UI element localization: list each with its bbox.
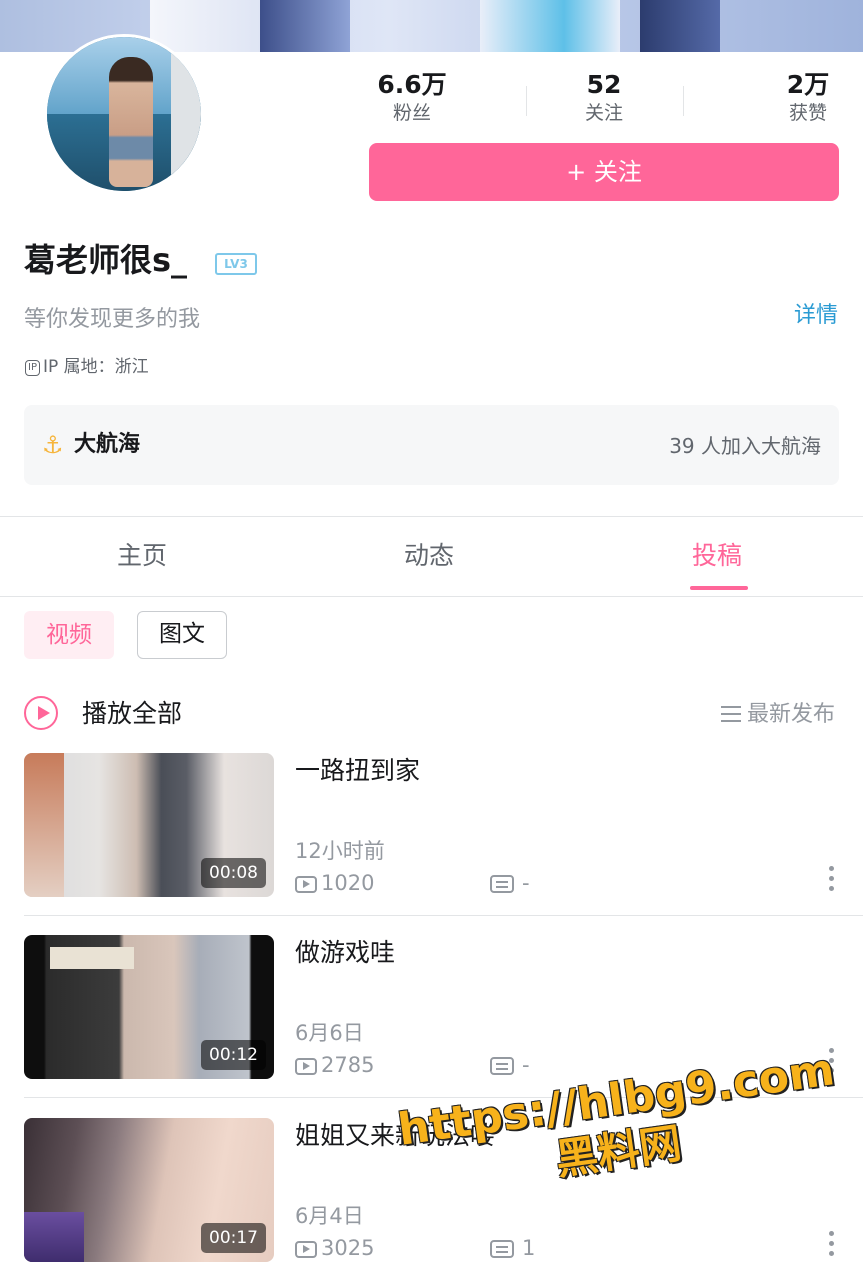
play-count-icon (295, 1241, 317, 1258)
voyage-card[interactable]: ⚓ 大航海 39 人加入大航海 (24, 405, 839, 485)
ip-location: IP IP 属地：浙江 (25, 354, 149, 380)
more-options-icon[interactable] (829, 866, 835, 896)
video-thumbnail[interactable]: 00:08 (24, 753, 274, 897)
video-time: 6月6日 (295, 1021, 364, 1045)
comment-count-value: 1 (522, 1236, 536, 1260)
tab-dynamics[interactable]: 动态 (404, 536, 454, 576)
video-thumbnail[interactable]: 00:12 (24, 935, 274, 1079)
voyage-member-count: 39 人加入大航海 (669, 434, 821, 458)
video-title[interactable]: 做游戏哇 (295, 935, 395, 971)
stat-value: 2万 (786, 70, 830, 99)
play-all-button[interactable]: 播放全部 (82, 697, 182, 731)
stat-label: 获赞 (788, 102, 827, 124)
stat-divider (683, 86, 684, 116)
video-list-item[interactable]: 00:08 一路扭到家 12小时前 1020 - (24, 753, 839, 897)
banner-art (480, 0, 620, 52)
video-time: 6月4日 (295, 1204, 364, 1228)
stat-following[interactable]: 52 关注 (564, 70, 644, 126)
filter-chip-article[interactable]: 图文 (137, 611, 227, 659)
comment-icon (490, 1057, 514, 1075)
video-comment-count: 1 (490, 1233, 535, 1263)
video-duration: 00:12 (201, 1040, 266, 1070)
play-count-value: 2785 (321, 1053, 375, 1077)
tab-home[interactable]: 主页 (117, 536, 167, 576)
thumbnail-art (24, 1212, 84, 1262)
play-count-icon (295, 876, 317, 893)
detail-link[interactable]: 详情 (794, 300, 838, 332)
comment-count-value: - (522, 871, 530, 895)
video-comment-count: - (490, 1050, 530, 1080)
video-title[interactable]: 一路扭到家 (295, 753, 420, 789)
video-thumbnail[interactable]: 00:17 (24, 1118, 274, 1262)
anchor-icon: ⚓ (42, 431, 64, 459)
banner-art (640, 0, 720, 52)
active-tab-indicator (690, 586, 748, 590)
tabs-divider (0, 596, 863, 597)
play-count-value: 1020 (321, 871, 375, 895)
video-duration: 00:17 (201, 1223, 266, 1253)
ip-icon: IP (25, 360, 40, 376)
sort-label: 最新发布 (746, 702, 835, 727)
stat-fans[interactable]: 6.6万 粉丝 (370, 70, 454, 126)
tab-submissions[interactable]: 投稿 (692, 536, 742, 576)
thumbnail-sign-art (50, 947, 134, 969)
avatar[interactable] (44, 34, 204, 194)
stat-value: 6.6万 (377, 70, 447, 99)
avatar-wall (171, 37, 201, 191)
list-divider (24, 915, 863, 916)
comment-icon (490, 875, 514, 893)
filter-chip-video[interactable]: 视频 (24, 611, 114, 659)
level-badge: LV3 (215, 253, 257, 275)
play-count-icon (295, 1058, 317, 1075)
video-comment-count: - (490, 868, 530, 898)
signature: 等你发现更多的我 (24, 307, 201, 332)
section-divider (0, 516, 863, 517)
list-icon (720, 706, 741, 722)
stat-likes[interactable]: 2万 获赞 (770, 70, 846, 126)
comment-icon (490, 1240, 514, 1258)
stat-label: 关注 (584, 102, 623, 124)
video-play-count: 3025 (295, 1233, 374, 1263)
video-play-count: 2785 (295, 1050, 374, 1080)
sort-button[interactable]: 最新发布 (720, 700, 835, 730)
video-play-count: 1020 (295, 868, 374, 898)
stat-label: 粉丝 (392, 102, 431, 124)
follow-button[interactable]: + 关注 (369, 143, 839, 201)
video-duration: 00:08 (201, 858, 266, 888)
video-time: 12小时前 (295, 839, 385, 863)
stat-divider (526, 86, 527, 116)
play-all-icon[interactable] (24, 696, 58, 730)
banner-art (260, 0, 350, 52)
username: 葛老师很s_ (24, 241, 188, 279)
comment-count-value: - (522, 1053, 530, 1077)
play-count-value: 3025 (321, 1236, 375, 1260)
thumbnail-art (24, 753, 64, 897)
more-options-icon[interactable] (829, 1231, 835, 1261)
avatar-person (109, 57, 153, 187)
voyage-title: 大航海 (74, 432, 141, 457)
ip-location-text: IP 属地：浙江 (42, 357, 149, 377)
video-list-item[interactable]: 00:12 做游戏哇 6月6日 2785 - (24, 935, 839, 1079)
stat-value: 52 (586, 70, 622, 99)
